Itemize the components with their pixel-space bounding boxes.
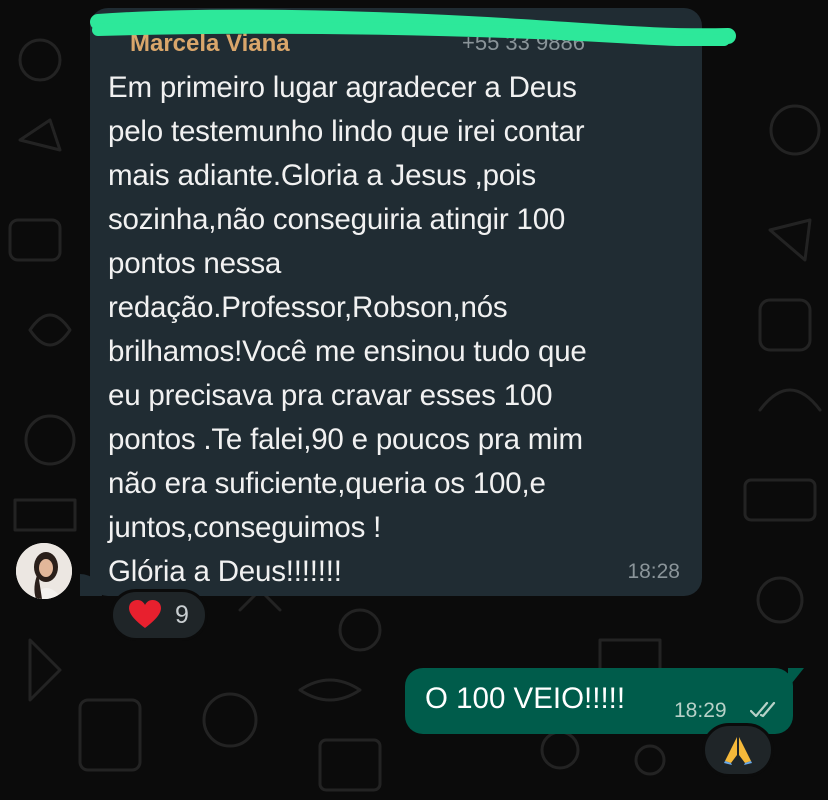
double-check-icon bbox=[750, 701, 776, 718]
outgoing-message-text: O 100 VEIO!!!!! bbox=[425, 682, 626, 715]
incoming-message-text: Em primeiro lugar agradecer a Deus pelo … bbox=[108, 71, 587, 588]
outgoing-message-time: 18:29 bbox=[674, 699, 727, 722]
outgoing-reaction[interactable] bbox=[702, 723, 774, 777]
incoming-message-bubble[interactable]: Marcela Viana +55 33 9886 Em primeiro lu… bbox=[80, 8, 702, 596]
reaction-count: 9 bbox=[175, 600, 189, 629]
heart-icon bbox=[129, 600, 161, 628]
avatar-image bbox=[16, 543, 72, 599]
avatar[interactable] bbox=[16, 543, 72, 599]
incoming-message-time: 18:28 bbox=[627, 560, 680, 583]
praying-hands-icon bbox=[724, 737, 752, 765]
incoming-reaction[interactable]: 9 bbox=[110, 589, 208, 641]
highlight-scribble bbox=[90, 9, 736, 46]
